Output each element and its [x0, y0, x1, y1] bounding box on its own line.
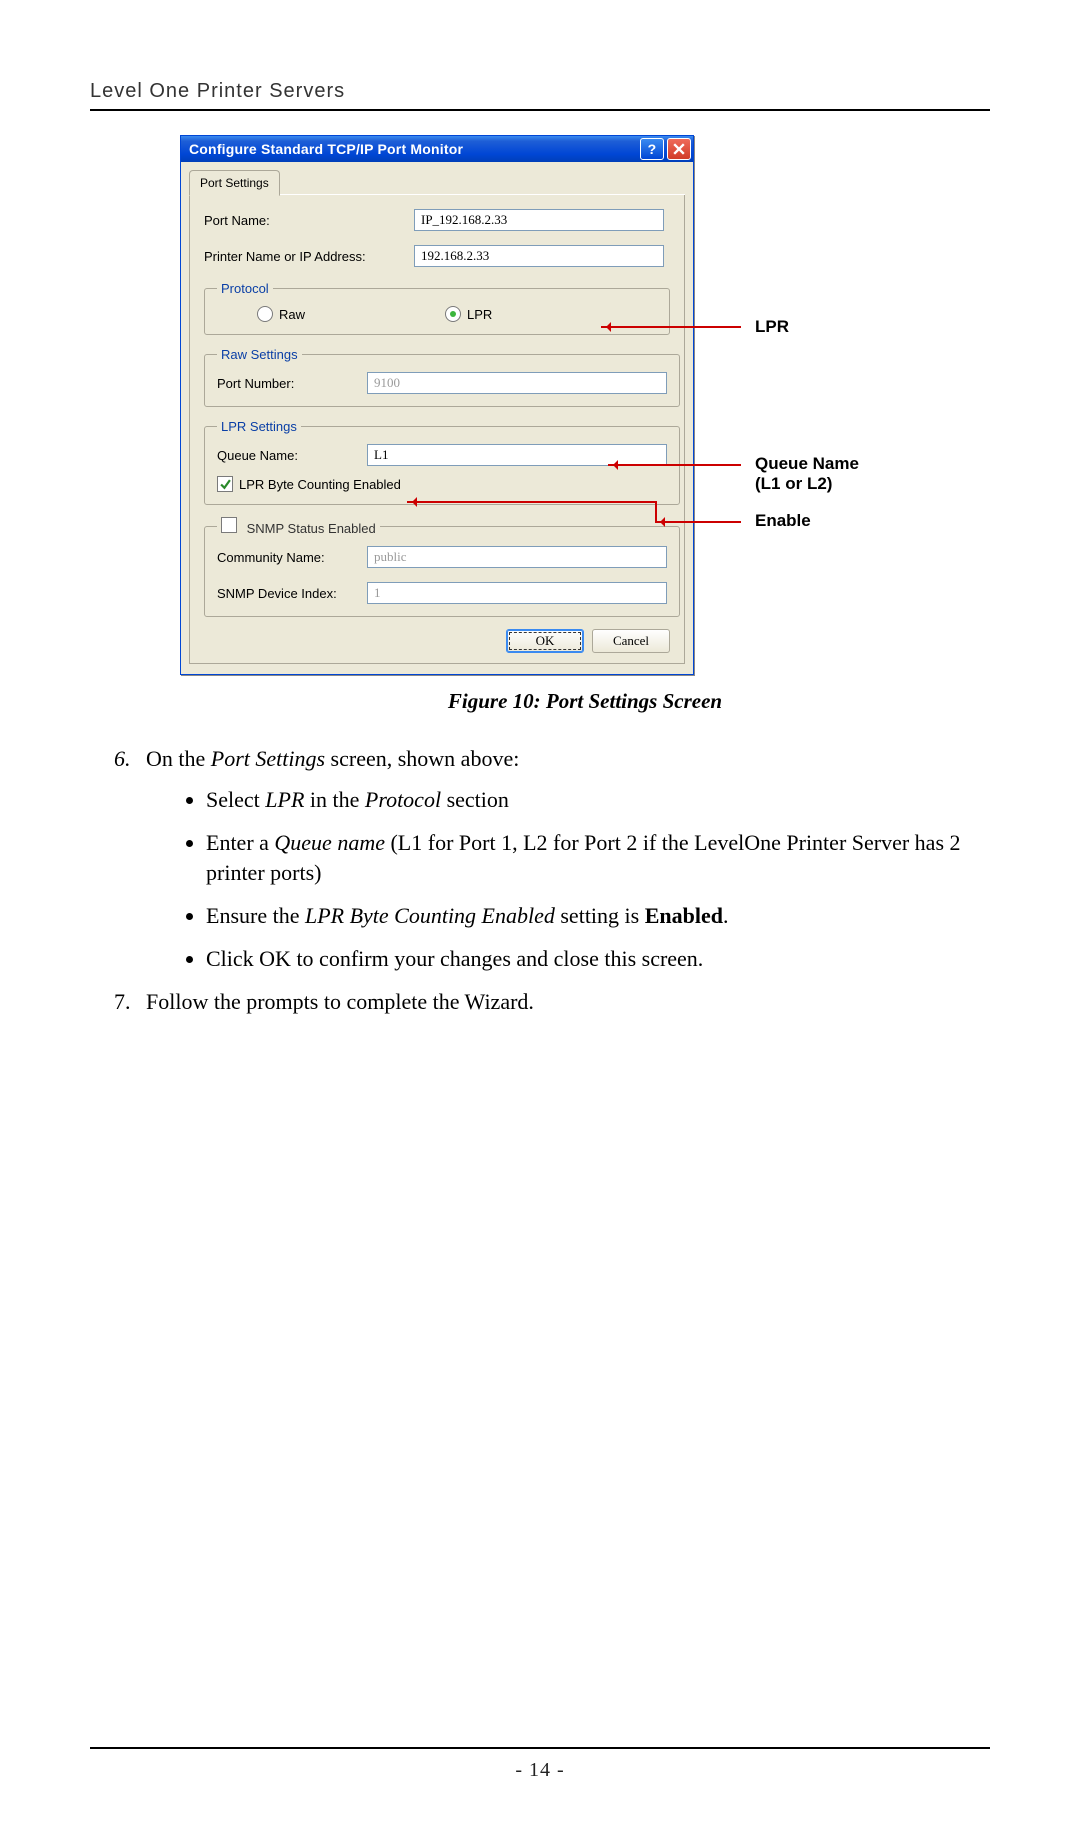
callout-enable: Enable [755, 511, 811, 531]
snmp-index-field [367, 582, 667, 604]
step-6: On the Port Settings screen, shown above… [136, 744, 990, 975]
checkbox-icon [217, 476, 233, 492]
port-name-label: Port Name: [204, 213, 414, 228]
radio-raw[interactable]: Raw [257, 306, 305, 322]
dialog-title: Configure Standard TCP/IP Port Monitor [189, 141, 463, 157]
printer-addr-label: Printer Name or IP Address: [204, 249, 414, 264]
help-icon[interactable]: ? [640, 138, 664, 160]
lpr-byte-checkbox[interactable]: LPR Byte Counting Enabled [217, 476, 667, 492]
body-text: On the Port Settings screen, shown above… [90, 744, 990, 1018]
raw-port-field [367, 372, 667, 394]
callout-queue-1: Queue Name [755, 454, 859, 474]
snmp-index-label: SNMP Device Index: [217, 586, 367, 601]
lpr-queue-label: Queue Name: [217, 448, 367, 463]
figure-caption: Figure 10: Port Settings Screen [180, 689, 990, 714]
lpr-byte-label: LPR Byte Counting Enabled [239, 477, 401, 492]
lpr-legend: LPR Settings [217, 419, 301, 434]
arrow-enable-h2 [655, 521, 741, 523]
arrow-enable-h [407, 501, 657, 503]
snmp-legend: SNMP Status Enabled [247, 521, 376, 536]
port-name-field[interactable] [414, 209, 664, 231]
printer-addr-field[interactable] [414, 245, 664, 267]
radio-lpr-label: LPR [467, 307, 492, 322]
arrow-lpr [601, 326, 741, 328]
radio-raw-label: Raw [279, 307, 305, 322]
bullet-2: Enter a Queue name (L1 for Port 1, L2 fo… [206, 828, 990, 890]
ok-button[interactable]: OK [506, 629, 584, 653]
figure-container: Configure Standard TCP/IP Port Monitor ?… [90, 129, 990, 714]
snmp-comm-field [367, 546, 667, 568]
doc-header: Level One Printer Servers [90, 80, 990, 111]
snmp-checkbox[interactable] [221, 517, 237, 533]
protocol-legend: Protocol [217, 281, 273, 296]
page-footer: - 14 - [90, 1747, 990, 1782]
snmp-comm-label: Community Name: [217, 550, 367, 565]
callout-lpr: LPR [755, 317, 789, 337]
cancel-button[interactable]: Cancel [592, 629, 670, 653]
lpr-queue-field[interactable] [367, 444, 667, 466]
bullet-3: Ensure the LPR Byte Counting Enabled set… [206, 901, 990, 932]
radio-lpr[interactable]: LPR [445, 306, 492, 322]
titlebar: Configure Standard TCP/IP Port Monitor ? [181, 136, 693, 162]
tab-port-settings[interactable]: Port Settings [189, 170, 280, 196]
raw-port-label: Port Number: [217, 376, 367, 391]
callout-queue-2: (L1 or L2) [755, 474, 832, 494]
bullet-4: Click OK to confirm your changes and clo… [206, 944, 990, 975]
close-icon[interactable] [667, 138, 691, 160]
dialog: Configure Standard TCP/IP Port Monitor ?… [180, 135, 694, 675]
step-7: Follow the prompts to complete the Wizar… [136, 987, 990, 1018]
arrow-queue [608, 464, 741, 466]
snmp-group: SNMP Status Enabled Community Name: SNMP… [204, 517, 680, 617]
raw-legend: Raw Settings [217, 347, 302, 362]
bullet-1: Select LPR in the Protocol section [206, 785, 990, 816]
raw-settings-group: Raw Settings Port Number: [204, 347, 680, 407]
